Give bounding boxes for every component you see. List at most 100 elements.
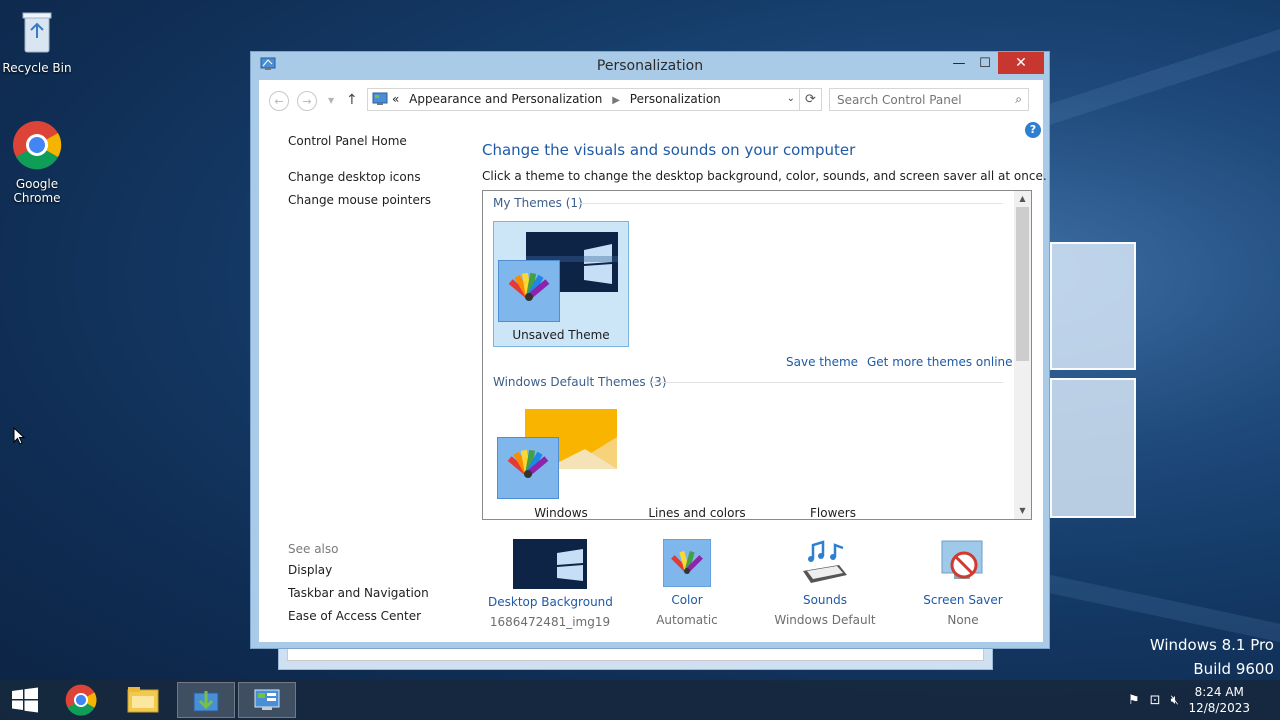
theme-list-scrollbar[interactable]: ▲ ▼: [1014, 191, 1031, 519]
taskbar-downloads[interactable]: [177, 682, 235, 718]
taskbar-clock[interactable]: 8:24 AM 12/8/2023: [1188, 684, 1250, 716]
theme-windows[interactable]: [493, 399, 629, 519]
taskbar-chrome[interactable]: [52, 682, 110, 718]
clock-date: 12/8/2023: [1188, 701, 1250, 715]
windows-start-icon: [12, 687, 38, 713]
mouse-cursor-icon: [13, 427, 25, 445]
setting-value: Automatic: [656, 613, 718, 627]
setting-label[interactable]: Screen Saver: [915, 593, 1011, 607]
arrow-right-icon: →: [302, 94, 312, 108]
control-panel-icon: [254, 689, 280, 710]
group-divider: [579, 203, 1003, 204]
search-input[interactable]: [830, 89, 1006, 110]
arrow-up-icon: ↑: [346, 92, 358, 108]
group-my-themes: My Themes (1): [493, 196, 583, 210]
color-setting[interactable]: Color Automatic: [637, 539, 737, 627]
windows-watermark: Windows 8.1 Pro: [1149, 636, 1274, 654]
up-button[interactable]: ↑: [346, 92, 358, 108]
chrome-icon: [65, 684, 97, 716]
back-button[interactable]: ←: [269, 91, 289, 111]
breadcrumb: « Appearance and Personalization ▶ Perso…: [392, 92, 721, 106]
theme-name-lines-and-colors[interactable]: Lines and colors: [629, 506, 765, 519]
link-display[interactable]: Display: [288, 563, 332, 577]
setting-label[interactable]: Desktop Background: [488, 595, 613, 609]
window-title: Personalization: [596, 58, 704, 74]
taskbar: ⚑ ⊡ 🔇︎ 8:24 AM 12/8/2023: [0, 680, 1280, 720]
desktop-icon-chrome[interactable]: Google Chrome: [0, 120, 74, 205]
theme-list[interactable]: My Themes (1) Unsaved Theme Save theme G…: [482, 190, 1032, 520]
page-title: Change the visuals and sounds on your co…: [482, 141, 856, 159]
theme-name-windows[interactable]: Windows: [493, 506, 629, 519]
desktop-icon-label: Google Chrome: [13, 177, 61, 205]
breadcrumb-appearance[interactable]: Appearance and Personalization: [409, 92, 602, 106]
color-icon: [663, 539, 711, 587]
setting-value: 1686472481_img19: [489, 615, 611, 629]
personalization-window: Personalization — ☐ ✕ ← → ▼ ↑ « Appearan…: [250, 51, 1050, 649]
windows-build: Build 9600: [1193, 660, 1274, 678]
search-icon[interactable]: ⌕: [1015, 92, 1022, 107]
system-tray: ⚑ ⊡ 🔇︎: [1128, 680, 1179, 720]
minimize-button[interactable]: —: [946, 52, 972, 74]
page-subtitle: Click a theme to change the desktop back…: [482, 169, 1047, 183]
get-more-themes-link[interactable]: Get more themes online: [867, 355, 1013, 369]
save-theme-link[interactable]: Save theme: [786, 355, 858, 369]
link-change-mouse-pointers[interactable]: Change mouse pointers: [288, 193, 431, 207]
breadcrumb-separator-icon[interactable]: ▶: [612, 95, 620, 106]
link-ease-of-access[interactable]: Ease of Access Center: [288, 609, 421, 623]
window-client: ← → ▼ ↑ « Appearance and Personalization…: [259, 80, 1047, 642]
theme-unsaved[interactable]: Unsaved Theme: [493, 221, 629, 347]
title-bar[interactable]: Personalization — ☐ ✕: [251, 52, 1049, 80]
folder-icon: [127, 687, 159, 713]
setting-label[interactable]: Color: [637, 593, 737, 607]
recycle-bin-icon: [22, 12, 52, 53]
link-control-panel-home[interactable]: Control Panel Home: [288, 134, 407, 148]
desktop-background-icon: [513, 539, 587, 589]
scroll-up-icon[interactable]: ▲: [1014, 194, 1031, 203]
taskbar-control-panel[interactable]: [238, 682, 296, 718]
volume-muted-icon[interactable]: 🔇︎: [1171, 693, 1179, 708]
maximize-button[interactable]: ☐: [972, 52, 998, 74]
setting-label[interactable]: Sounds: [769, 593, 881, 607]
setting-value: Windows Default: [774, 613, 876, 627]
scroll-down-icon[interactable]: ▼: [1014, 506, 1031, 515]
sounds-icon: [803, 540, 847, 583]
scroll-thumb[interactable]: [1016, 207, 1029, 361]
control-panel-icon: [372, 92, 388, 105]
theme-name: Unsaved Theme: [512, 328, 610, 342]
desktop-background-setting[interactable]: Desktop Background 1686472481_img19: [488, 539, 613, 629]
link-change-desktop-icons[interactable]: Change desktop icons: [288, 170, 421, 184]
help-icon[interactable]: ?: [1025, 122, 1041, 138]
forward-button[interactable]: →: [297, 91, 317, 111]
breadcrumb-personalization[interactable]: Personalization: [630, 92, 721, 106]
download-app-icon: [193, 691, 219, 712]
sounds-setting[interactable]: Sounds Windows Default: [769, 539, 881, 627]
screen-saver-setting[interactable]: Screen Saver None: [915, 539, 1011, 627]
close-button[interactable]: ✕: [998, 52, 1044, 74]
screen-saver-icon: [941, 540, 983, 579]
chrome-icon: [13, 121, 62, 170]
setting-value: None: [947, 613, 979, 627]
refresh-button[interactable]: ⟳: [799, 89, 821, 110]
link-taskbar-navigation[interactable]: Taskbar and Navigation: [288, 586, 429, 600]
start-button[interactable]: [0, 682, 50, 718]
clock-time: 8:24 AM: [1194, 685, 1244, 699]
theme-name-flowers[interactable]: Flowers: [765, 506, 901, 519]
network-icon[interactable]: ⊡: [1150, 693, 1161, 708]
group-default-themes: Windows Default Themes (3): [493, 375, 667, 389]
group-divider: [651, 382, 1003, 383]
recent-locations-chevron-icon[interactable]: ▼: [328, 96, 334, 105]
refresh-icon: ⟳: [805, 92, 816, 107]
search-box[interactable]: ⌕: [829, 88, 1029, 111]
color-palette-icon: [498, 260, 560, 322]
windows-logo-wallpaper: [1050, 230, 1140, 530]
desktop-icon-label: Recycle Bin: [2, 61, 72, 75]
desktop-icon-recycle-bin[interactable]: Recycle Bin: [0, 8, 74, 75]
see-also-label: See also: [288, 542, 339, 556]
arrow-left-icon: ←: [274, 94, 284, 108]
address-dropdown-icon[interactable]: ⌄: [787, 93, 795, 104]
address-bar[interactable]: « Appearance and Personalization ▶ Perso…: [367, 88, 822, 111]
taskbar-file-explorer[interactable]: [114, 682, 172, 718]
color-palette-icon: [497, 437, 559, 499]
breadcrumb-overflow[interactable]: «: [392, 92, 399, 106]
action-center-flag-icon[interactable]: ⚑: [1128, 693, 1140, 708]
